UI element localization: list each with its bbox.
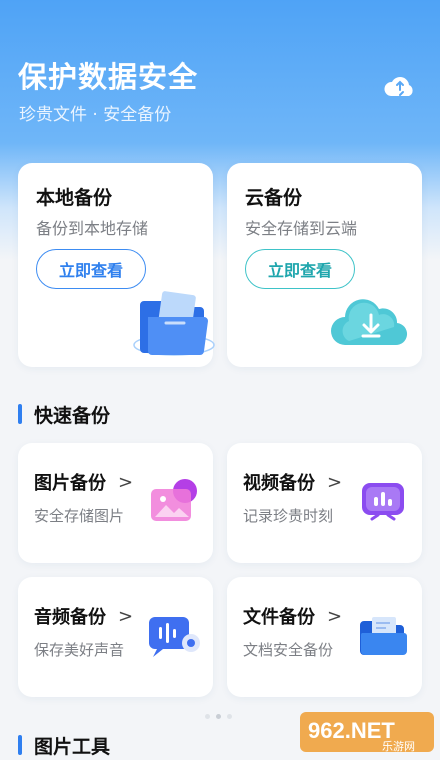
image-icon xyxy=(151,479,197,521)
page-dot xyxy=(227,714,232,719)
video-backup-title: 视频备份 > xyxy=(243,469,342,495)
cloud-backup-subtitle: 安全存储到云端 xyxy=(245,219,358,238)
cloud-download-icon xyxy=(331,299,408,346)
page-dot xyxy=(205,714,210,719)
cloud-backup-card[interactable]: 云备份 安全存储到云端 立即查看 xyxy=(227,163,422,367)
video-backup-card[interactable]: 视频备份 > 记录珍贵时刻 xyxy=(227,443,422,563)
chevron-right-icon: > xyxy=(327,471,343,493)
image-backup-subtitle: 安全存储图片 xyxy=(34,507,125,525)
video-icon xyxy=(362,483,404,521)
image-backup-label: 图片备份 xyxy=(34,473,106,494)
video-backup-label: 视频备份 xyxy=(243,473,315,494)
audio-backup-subtitle: 保存美好声音 xyxy=(34,641,125,659)
site-watermark-logo: 962.NET 乐游网 xyxy=(300,712,434,753)
video-backup-subtitle: 记录珍贵时刻 xyxy=(243,507,334,525)
local-backup-card[interactable]: 本地备份 备份到本地存储 立即查看 xyxy=(18,163,215,367)
audio-backup-card[interactable]: 音频备份 > 保存美好声音 xyxy=(18,577,213,697)
quick-backup-heading: 快速备份 xyxy=(18,401,110,428)
file-folder-icon xyxy=(360,617,407,655)
cloud-backup-title: 云备份 xyxy=(245,187,303,209)
image-backup-card[interactable]: 图片备份 > 安全存储图片 xyxy=(18,443,213,563)
image-tools-heading: 图片工具 xyxy=(18,732,110,759)
cloud-sync-icon[interactable] xyxy=(383,72,417,102)
local-backup-subtitle: 备份到本地存储 xyxy=(36,219,149,238)
audio-backup-label: 音频备份 xyxy=(34,607,106,628)
svg-text:乐游网: 乐游网 xyxy=(382,740,415,753)
chevron-right-icon: > xyxy=(118,471,134,493)
chevron-right-icon: > xyxy=(327,605,343,627)
audio-icon xyxy=(149,617,200,657)
file-backup-card[interactable]: 文件备份 > 文档安全备份 xyxy=(227,577,422,697)
page-dot-active xyxy=(216,714,221,719)
folder-icon xyxy=(133,291,215,356)
local-backup-title: 本地备份 xyxy=(36,187,113,209)
hero-subtitle: 珍贵文件 · 安全备份 xyxy=(19,105,172,125)
image-backup-title: 图片备份 > xyxy=(34,469,133,495)
cloud-backup-view-button[interactable]: 立即查看 xyxy=(245,249,355,289)
file-backup-title: 文件备份 > xyxy=(243,603,342,629)
file-backup-label: 文件备份 xyxy=(243,607,315,628)
file-backup-subtitle: 文档安全备份 xyxy=(243,641,334,659)
audio-backup-title: 音频备份 > xyxy=(34,603,133,629)
hero-title: 保护数据安全 xyxy=(18,60,199,94)
chevron-right-icon: > xyxy=(118,605,134,627)
page-indicator xyxy=(205,714,232,719)
